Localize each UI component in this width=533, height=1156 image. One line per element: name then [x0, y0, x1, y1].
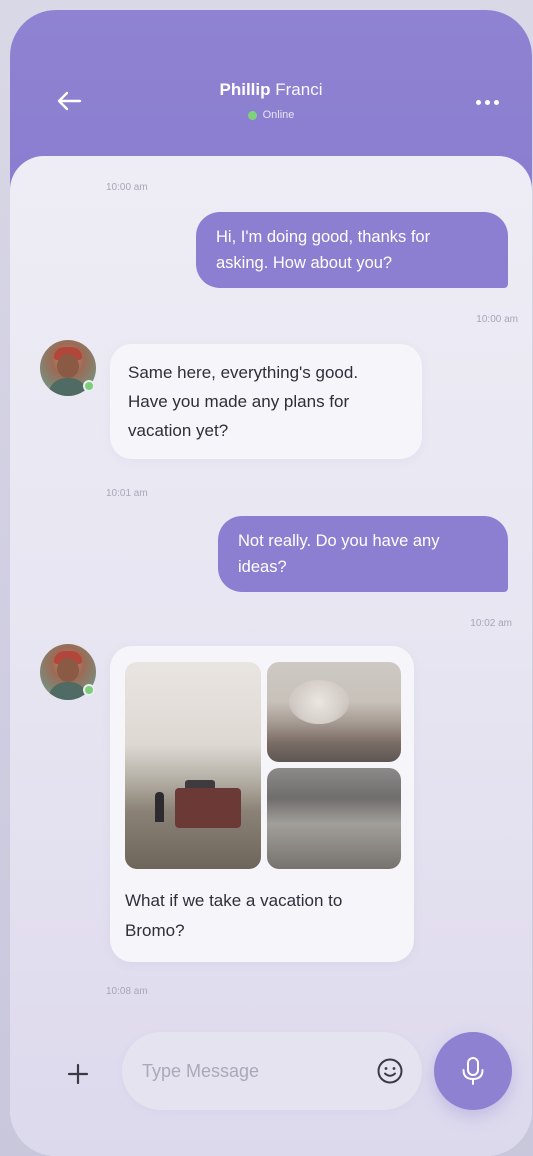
caption-line: What if we take a vacation to [125, 891, 343, 910]
message-text-line: vacation yet? [128, 421, 229, 440]
photo-detail [155, 792, 164, 822]
more-options-button[interactable] [470, 90, 504, 114]
contact-status: Online [10, 109, 532, 121]
photo-caption: What if we take a vacation to Bromo? [125, 886, 405, 946]
photo-detail [175, 788, 241, 828]
more-horizontal-icon-dot [484, 99, 490, 105]
message-timestamp: 10:02 am [470, 618, 512, 629]
avatar-online-dot [83, 684, 95, 696]
add-attachment-button[interactable] [64, 1060, 92, 1088]
microphone-icon [462, 1057, 484, 1085]
caption-line: Bromo? [125, 921, 185, 940]
contact-first-name: Phillip [219, 80, 271, 99]
message-timestamp: 10:00 am [106, 182, 148, 193]
message-text-line: Same here, everything's good. [128, 363, 359, 382]
avatar-online-dot [83, 380, 95, 392]
plus-icon [67, 1063, 89, 1085]
avatar-face [57, 658, 79, 682]
message-text-line: asking. How about you? [216, 254, 393, 272]
emoji-button[interactable] [374, 1055, 406, 1087]
more-horizontal-icon-dot [493, 99, 499, 105]
status-text: Online [262, 109, 295, 121]
message-timestamp: 10:00 am [476, 314, 518, 325]
photo-thumbnail-truck[interactable] [125, 662, 261, 869]
message-bubble-outgoing[interactable]: Not really. Do you have any ideas? [218, 516, 508, 592]
message-composer [122, 1032, 422, 1110]
message-bubble-outgoing[interactable]: Hi, I'm doing good, thanks for asking. H… [196, 212, 508, 288]
message-text-line: ideas? [238, 558, 287, 576]
photo-thumbnail-valley[interactable] [267, 768, 401, 869]
smile-icon [377, 1058, 403, 1084]
message-text-line: Hi, I'm doing good, thanks for [216, 228, 431, 246]
message-input[interactable] [142, 1056, 352, 1086]
avatar-body [48, 378, 88, 396]
photo-detail [289, 680, 349, 724]
online-indicator [247, 110, 257, 120]
photo-message-card[interactable]: What if we take a vacation to Bromo? [110, 646, 414, 962]
voice-record-button[interactable] [434, 1032, 512, 1110]
avatar-body [48, 682, 88, 700]
message-timestamp: 10:01 am [106, 488, 148, 499]
contact-info: Phillip Franci Online [10, 80, 532, 121]
photo-thumbnail-volcano[interactable] [267, 662, 401, 762]
message-text-line: Not really. Do you have any [238, 532, 440, 550]
message-text-line: Have you made any plans for [128, 392, 350, 411]
more-horizontal-icon [475, 99, 481, 105]
message-bubble-incoming[interactable]: Same here, everything's good. Have you m… [110, 344, 422, 459]
contact-last-name: Franci [275, 80, 323, 99]
chat-area[interactable]: 10:00 am Hi, I'm doing good, thanks for … [10, 156, 532, 1156]
phone-screen: Phillip Franci Online 10:00 am Hi, I'm d… [10, 10, 532, 1156]
message-timestamp: 10:08 am [106, 986, 148, 997]
avatar-face [57, 354, 79, 378]
contact-name: Phillip Franci [10, 80, 532, 100]
